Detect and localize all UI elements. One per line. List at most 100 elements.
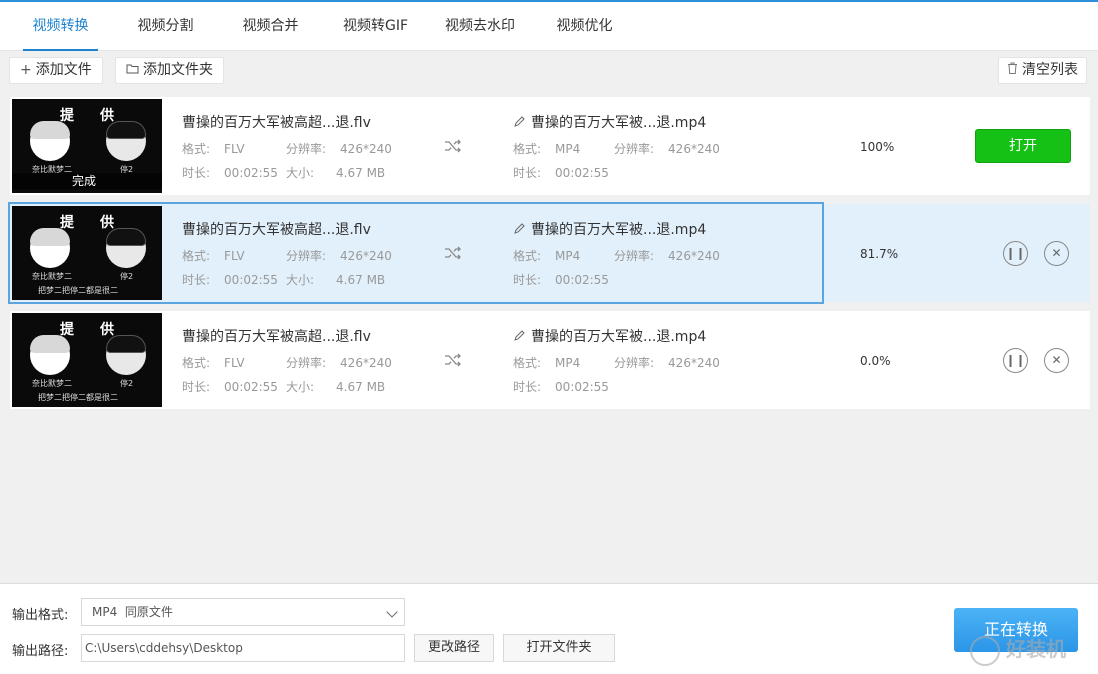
target-resolution: 分辨率: 426*240 bbox=[614, 247, 720, 264]
target-file-name-text: 曹操的百万大军被...退.mp4 bbox=[531, 115, 707, 131]
source-file-name: 曹操的百万大军被高超...退.flv bbox=[182, 329, 371, 345]
shuffle-icon bbox=[445, 139, 461, 153]
watermark: 好装机 bbox=[970, 633, 1098, 674]
tab-video-split[interactable]: 视频分割 bbox=[128, 2, 203, 51]
resolution-label: 分辨率: bbox=[614, 142, 655, 156]
thumbnail-hair-right bbox=[106, 121, 146, 139]
file-row[interactable]: 提 供 奈比默梦二 停2 完成 曹操的百万大军被高超...退.flv 格式: FL… bbox=[10, 97, 1090, 195]
open-button[interactable]: 打开 bbox=[975, 129, 1071, 163]
output-format-label: 输出格式: bbox=[12, 608, 69, 623]
source-duration: 时长: 00:02:55 bbox=[182, 378, 278, 395]
close-icon[interactable]: ✕ bbox=[1044, 241, 1069, 266]
watermark-text: 好装机 bbox=[1006, 637, 1066, 661]
clear-list-button[interactable]: 清空列表 bbox=[998, 57, 1087, 84]
tab-video-merge[interactable]: 视频合并 bbox=[233, 2, 308, 51]
plus-icon: + bbox=[20, 62, 32, 78]
video-thumbnail: 提 供 奈比默梦二 停2 完成 bbox=[12, 99, 162, 193]
format-value: MP4 bbox=[555, 249, 581, 263]
output-format-select[interactable]: MP4 同原文件 bbox=[81, 598, 405, 626]
format-label: 格式: bbox=[513, 356, 542, 370]
output-format-value: MP4 同原文件 bbox=[92, 605, 173, 619]
thumbnail-caption: 把梦二把停二都是很二 bbox=[38, 393, 118, 402]
tab-video-optimize[interactable]: 视频优化 bbox=[547, 2, 622, 51]
pause-icon[interactable]: ❙❙ bbox=[1003, 241, 1028, 266]
file-row[interactable]: 提 供 奈比默梦二 停2 把梦二把停二都是很二 曹操的百万大军被高超...退.f… bbox=[10, 311, 1090, 409]
resolution-value: 426*240 bbox=[668, 356, 720, 370]
progress-percent: 81.7% bbox=[860, 247, 899, 261]
add-folder-label: 添加文件夹 bbox=[143, 62, 213, 78]
target-format: 格式: MP4 bbox=[513, 247, 580, 264]
source-format: 格式: FLV bbox=[182, 354, 245, 371]
tab-video-to-gif[interactable]: 视频转GIF bbox=[338, 2, 413, 51]
file-row[interactable]: 提 供 奈比默梦二 停2 把梦二把停二都是很二 曹操的百万大军被高超...退.f… bbox=[8, 202, 1090, 304]
target-duration: 时长: 00:02:55 bbox=[513, 378, 609, 395]
format-value: MP4 bbox=[555, 356, 581, 370]
format-label: 格式: bbox=[182, 249, 211, 263]
add-file-label: 添加文件 bbox=[35, 62, 92, 78]
shuffle-icon bbox=[445, 353, 461, 367]
output-path-field[interactable]: C:\Users\cddehsy\Desktop bbox=[81, 634, 405, 662]
size-value: 4.67 MB bbox=[336, 273, 386, 287]
thumbnail-hair-right bbox=[106, 228, 146, 246]
output-settings-panel: 输出格式: MP4 同原文件 输出路径: C:\Users\cddehsy\De… bbox=[0, 583, 1098, 674]
thumbnail-caption: 停2 bbox=[120, 272, 134, 281]
duration-label: 时长: bbox=[513, 166, 542, 180]
resolution-label: 分辨率: bbox=[286, 142, 327, 156]
resolution-value: 426*240 bbox=[340, 249, 392, 263]
duration-value: 00:02:55 bbox=[224, 166, 278, 180]
tab-bar: 视频转换 视频分割 视频合并 视频转GIF 视频去水印 视频优化 bbox=[0, 2, 1098, 51]
resolution-value: 426*240 bbox=[668, 249, 720, 263]
duration-label: 时长: bbox=[513, 380, 542, 394]
tab-remove-watermark[interactable]: 视频去水印 bbox=[440, 2, 520, 51]
duration-label: 时长: bbox=[182, 166, 211, 180]
pencil-icon[interactable] bbox=[513, 223, 525, 235]
pause-icon[interactable]: ❙❙ bbox=[1003, 348, 1028, 373]
progress-percent: 0.0% bbox=[860, 354, 891, 368]
target-file-name[interactable]: 曹操的百万大军被...退.mp4 bbox=[513, 219, 706, 239]
duration-label: 时长: bbox=[182, 273, 211, 287]
source-resolution: 分辨率: 426*240 bbox=[286, 140, 392, 157]
resolution-value: 426*240 bbox=[340, 142, 392, 156]
size-label: 大小: bbox=[286, 380, 315, 394]
target-file-name[interactable]: 曹操的百万大军被...退.mp4 bbox=[513, 112, 706, 132]
source-size: 大小: 4.67 MB bbox=[286, 378, 385, 395]
thumbnail-caption: 停2 bbox=[120, 379, 134, 388]
tab-video-convert[interactable]: 视频转换 bbox=[23, 2, 98, 51]
target-duration: 时长: 00:02:55 bbox=[513, 164, 609, 181]
target-resolution: 分辨率: 426*240 bbox=[614, 354, 720, 371]
thumbnail-hair-left bbox=[30, 121, 70, 139]
thumbnail-hair-right bbox=[106, 335, 146, 353]
target-file-name[interactable]: 曹操的百万大军被...退.mp4 bbox=[513, 326, 706, 346]
target-resolution: 分辨率: 426*240 bbox=[614, 140, 720, 157]
folder-icon bbox=[126, 58, 139, 83]
video-thumbnail: 提 供 奈比默梦二 停2 把梦二把停二都是很二 bbox=[12, 206, 162, 300]
duration-label: 时长: bbox=[182, 380, 211, 394]
trash-icon bbox=[1007, 58, 1018, 83]
size-label: 大小: bbox=[286, 273, 315, 287]
thumbnail-hair-left bbox=[30, 335, 70, 353]
source-file-name: 曹操的百万大军被高超...退.flv bbox=[182, 115, 371, 131]
add-folder-button[interactable]: 添加文件夹 bbox=[115, 57, 224, 84]
video-thumbnail: 提 供 奈比默梦二 停2 把梦二把停二都是很二 bbox=[12, 313, 162, 407]
duration-value: 00:02:55 bbox=[224, 273, 278, 287]
duration-value: 00:02:55 bbox=[224, 380, 278, 394]
pencil-icon[interactable] bbox=[513, 330, 525, 342]
pencil-icon[interactable] bbox=[513, 116, 525, 128]
clear-list-label: 清空列表 bbox=[1022, 62, 1078, 78]
resolution-label: 分辨率: bbox=[286, 249, 327, 263]
done-overlay: 完成 bbox=[12, 173, 162, 189]
open-folder-button[interactable]: 打开文件夹 bbox=[503, 634, 615, 662]
close-icon[interactable]: ✕ bbox=[1044, 348, 1069, 373]
resolution-label: 分辨率: bbox=[614, 249, 655, 263]
thumbnail-caption: 奈比默梦二 bbox=[32, 272, 72, 281]
format-label: 格式: bbox=[182, 356, 211, 370]
thumbnail-caption: 奈比默梦二 bbox=[32, 379, 72, 388]
resolution-label: 分辨率: bbox=[286, 356, 327, 370]
format-label: 格式: bbox=[182, 142, 211, 156]
change-path-button[interactable]: 更改路径 bbox=[414, 634, 494, 662]
output-path-label: 输出路径: bbox=[12, 644, 69, 659]
add-file-button[interactable]: + 添加文件 bbox=[9, 57, 103, 84]
thumbnail-caption: 把梦二把停二都是很二 bbox=[38, 286, 118, 295]
size-label: 大小: bbox=[286, 166, 315, 180]
target-file-name-text: 曹操的百万大军被...退.mp4 bbox=[531, 222, 707, 238]
